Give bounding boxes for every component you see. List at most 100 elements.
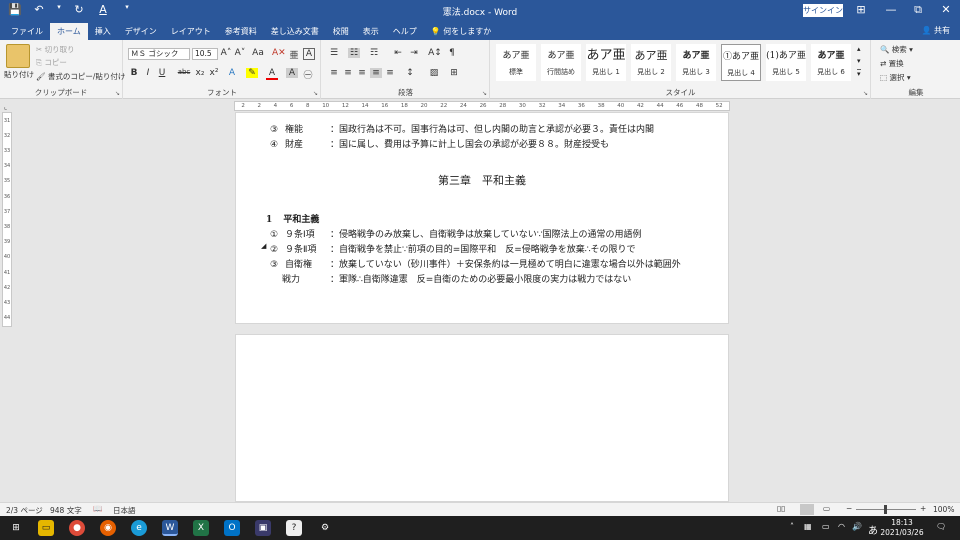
tab-layout[interactable]: レイアウト — [164, 23, 218, 40]
wifi-icon[interactable]: ◠ — [838, 522, 845, 531]
styles-launcher-icon[interactable]: ↘ — [863, 90, 868, 97]
print-layout-icon[interactable] — [800, 504, 814, 515]
volume-icon[interactable]: 🔊 — [852, 522, 862, 531]
ime-indicator[interactable]: あ — [868, 522, 878, 537]
copy-button[interactable]: ⎘ コピー — [36, 57, 67, 68]
file-explorer-icon[interactable]: ▭ — [38, 520, 54, 536]
doc-line[interactable]: 戦力 — [282, 272, 300, 285]
tab-review[interactable]: 校閲 — [326, 23, 356, 40]
proofing-icon[interactable]: 📖 — [93, 504, 102, 513]
highlight-icon[interactable]: ✎ — [246, 68, 258, 78]
tab-design[interactable]: デザイン — [118, 23, 164, 40]
chrome-icon[interactable]: ● — [69, 520, 85, 536]
distribute-icon[interactable]: ≡ — [384, 68, 396, 78]
zoom-level[interactable]: 100% — [933, 505, 954, 514]
paste-icon[interactable] — [6, 44, 30, 68]
ribbon-display-options-icon[interactable]: ⊞ — [853, 3, 869, 16]
italic-icon[interactable]: I — [142, 68, 154, 78]
numbering-icon[interactable]: ☷ — [348, 48, 360, 58]
style-heading-3[interactable]: あア亜 見出し 3 — [676, 44, 716, 81]
bold-icon[interactable]: B — [128, 68, 140, 78]
signin-button[interactable]: サインイン — [803, 4, 843, 17]
doc-line[interactable]: ③ 権能 — [270, 122, 303, 135]
close-icon[interactable]: ✕ — [938, 3, 954, 16]
font-launcher-icon[interactable]: ↘ — [313, 90, 318, 97]
tab-file[interactable]: ファイル — [4, 23, 50, 40]
paragraph-borders-icon[interactable]: ⊞ — [448, 68, 460, 78]
windows-start-icon[interactable]: ⊞ — [8, 520, 24, 536]
styles-scroll-up-icon[interactable]: ▴ — [857, 45, 861, 53]
styles-more-icon[interactable]: ▾ — [857, 69, 861, 78]
taskbar-clock[interactable]: 18:13 2021/03/26 — [880, 518, 924, 538]
tab-home[interactable]: ホーム — [50, 23, 88, 40]
font-name-combo[interactable]: ＭＳ ゴシック — [128, 48, 190, 60]
zoom-out-icon[interactable]: − — [846, 504, 852, 513]
tab-insert[interactable]: 挿入 — [88, 23, 118, 40]
style-heading-2[interactable]: あア亜 見出し 2 — [631, 44, 671, 81]
style-normal[interactable]: あア亜 標準 — [496, 44, 536, 81]
sort-icon[interactable]: A↕ — [428, 48, 442, 58]
outlook-taskbar-icon[interactable]: O — [224, 520, 240, 536]
tab-selector-icon[interactable]: ⌞ — [4, 103, 7, 111]
paragraph-launcher-icon[interactable]: ↘ — [482, 90, 487, 97]
clear-formatting-icon[interactable]: A✕ — [272, 48, 286, 58]
increase-indent-icon[interactable]: ⇥ — [408, 48, 420, 58]
character-shading-icon[interactable]: A — [286, 68, 298, 78]
justify-icon[interactable]: ≡ — [370, 68, 382, 78]
subscript-icon[interactable]: x₂ — [194, 68, 206, 78]
firefox-icon[interactable]: ◉ — [100, 520, 116, 536]
clipboard-launcher-icon[interactable]: ↘ — [115, 90, 120, 97]
word-taskbar-icon[interactable]: W — [162, 520, 178, 536]
align-center-icon[interactable]: ≡ — [342, 68, 354, 78]
phonetic-guide-icon[interactable]: 亜 — [288, 48, 300, 61]
tab-mailings[interactable]: 差し込み文書 — [264, 23, 326, 40]
underline-icon[interactable]: U — [156, 68, 168, 78]
font-color-icon[interactable]: A — [266, 68, 278, 80]
styles-scroll-down-icon[interactable]: ▾ — [857, 57, 861, 65]
format-painter-button[interactable]: 🖌 書式のコピー/貼り付け — [36, 71, 125, 82]
vertical-ruler[interactable]: 31 32 33 34 35 36 37 38 39 40 41 42 43 44 — [2, 112, 12, 327]
network-icon[interactable]: ▦ — [804, 522, 812, 531]
font-size-combo[interactable]: 10.5 — [192, 48, 218, 60]
battery-icon[interactable]: ▭ — [822, 522, 830, 531]
find-button[interactable]: 🔍 検索 ▾ — [880, 44, 913, 55]
tab-help[interactable]: ヘルプ — [386, 23, 424, 40]
zoom-slider-thumb[interactable] — [884, 505, 887, 514]
horizontal-ruler[interactable]: 2 2 4 6 8 10 12 14 16 18 20 22 24 26 28 30 32 34 36 38 40 42 4… — [234, 101, 730, 111]
share-button[interactable]: 👤 共有 — [921, 25, 950, 36]
multilevel-list-icon[interactable]: ☶ — [368, 48, 380, 58]
web-layout-icon[interactable]: ▭ — [823, 504, 830, 513]
help-app-icon[interactable]: ? — [286, 520, 302, 536]
enclose-characters-icon[interactable]: ㊀ — [302, 68, 314, 81]
paragraph-shading-icon[interactable]: ▨ — [428, 68, 440, 78]
show-marks-icon[interactable]: ¶ — [446, 48, 458, 58]
paste-button[interactable]: 貼り付け — [4, 69, 34, 80]
tab-references[interactable]: 参考資料 — [218, 23, 264, 40]
style-heading-6[interactable]: あア亜 見出し 6 — [811, 44, 851, 81]
item-description[interactable]: ：国政行為は不可。国事行為は可、但し内閣の助言と承認が必要３。責任は内閣 — [330, 122, 654, 135]
document-page-2[interactable] — [235, 334, 729, 502]
bullets-icon[interactable]: ☰ — [328, 48, 340, 58]
word-count[interactable]: 948 文字 — [50, 505, 82, 516]
language-indicator[interactable]: 日本語 — [113, 505, 136, 516]
tab-view[interactable]: 表示 — [356, 23, 386, 40]
align-left-icon[interactable]: ≡ — [328, 68, 340, 78]
item-description[interactable]: ：自衛戦争を禁止∵前項の目的=国際平和 反=侵略戦争を放棄∴その限りで — [330, 242, 636, 255]
tell-me-search[interactable]: 💡 何をしますか — [424, 23, 499, 40]
grow-font-icon[interactable]: A˄ — [220, 48, 232, 58]
character-border-icon[interactable]: A — [303, 48, 315, 60]
settings-icon[interactable]: ⚙ — [317, 520, 333, 536]
align-right-icon[interactable]: ≡ — [356, 68, 368, 78]
select-button[interactable]: ⬚ 選択 ▾ — [880, 72, 911, 83]
doc-line[interactable]: ① ９条Ⅰ項 — [270, 227, 315, 240]
replace-button[interactable]: ⇄ 置換 — [880, 58, 904, 69]
superscript-icon[interactable]: x² — [208, 68, 220, 78]
style-heading-4[interactable]: ①あア亜 見出し 4 — [721, 44, 761, 81]
cut-button[interactable]: ✂ 切り取り — [36, 44, 75, 55]
shrink-font-icon[interactable]: A˅ — [234, 48, 246, 58]
change-case-icon[interactable]: Aa — [250, 48, 266, 58]
tray-overflow-icon[interactable]: ˄ — [790, 522, 794, 531]
text-effects-icon[interactable]: A — [226, 68, 238, 78]
item-description[interactable]: ：国に属し、費用は予算に計上し国会の承認が必要８８。財産授受も — [330, 137, 609, 150]
chapter-heading[interactable]: 第三章 平和主義 — [235, 172, 729, 188]
